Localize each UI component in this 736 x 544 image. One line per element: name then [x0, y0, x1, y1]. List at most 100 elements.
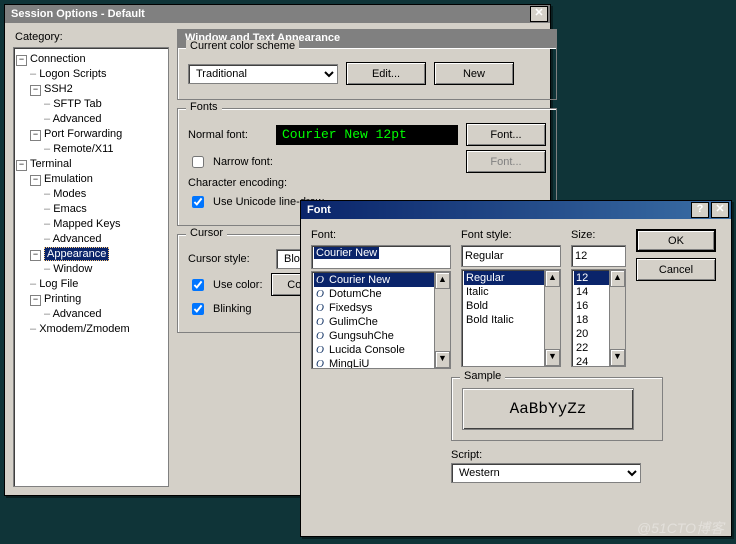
scroll-up-icon: ▲	[610, 270, 625, 287]
tree-node[interactable]: – Logon Scripts	[16, 67, 166, 82]
truetype-icon: O	[316, 287, 326, 301]
tree-node[interactable]: – Window	[16, 262, 166, 277]
list-item[interactable]: OLucida Console	[314, 343, 434, 357]
new-scheme-button[interactable]: New	[434, 62, 514, 85]
tree-node[interactable]: −Connection	[16, 52, 166, 67]
sample-text: AaBbYyZz	[462, 388, 634, 430]
tree-node[interactable]: – Xmodem/Zmodem	[16, 322, 166, 337]
use-color-checkbox[interactable]: Use color:	[188, 276, 263, 294]
tree-node[interactable]: – SFTP Tab	[16, 97, 166, 112]
truetype-icon: O	[316, 329, 326, 343]
font-label: Font:	[311, 229, 451, 241]
scrollbar[interactable]: ▲▼	[609, 270, 625, 366]
font-size-listbox[interactable]: 12141618202224 ▲▼	[571, 269, 626, 367]
scrollbar[interactable]: ▲▼	[434, 272, 450, 368]
tree-toggle-icon[interactable]: −	[30, 130, 41, 141]
tree-node[interactable]: −Printing	[16, 292, 166, 307]
close-icon[interactable]: ✕	[530, 6, 548, 22]
list-item[interactable]: 16	[574, 299, 609, 313]
list-item[interactable]: 18	[574, 313, 609, 327]
color-scheme-group: Current color scheme Traditional Edit...…	[177, 47, 557, 100]
script-label: Script:	[451, 449, 721, 461]
normal-font-button[interactable]: Font...	[466, 123, 546, 146]
blinking-checkbox[interactable]: Blinking	[188, 300, 252, 318]
tree-node[interactable]: −SSH2	[16, 82, 166, 97]
truetype-icon: O	[316, 301, 326, 315]
list-item[interactable]: Bold	[464, 299, 544, 313]
scrollbar[interactable]: ▲▼	[544, 270, 560, 366]
close-icon[interactable]: ✕	[711, 202, 729, 218]
list-item[interactable]: OMingLiU	[314, 357, 434, 369]
tree-toggle-icon[interactable]: −	[30, 250, 41, 261]
tree-node[interactable]: – Remote/X11	[16, 142, 166, 157]
font-style-input[interactable]	[461, 245, 561, 267]
font-dialog-title: Font	[303, 204, 331, 216]
truetype-icon: O	[316, 343, 326, 357]
narrow-font-button: Font...	[466, 150, 546, 173]
font-listbox[interactable]: OCourier NewODotumCheOFixedsysOGulimCheO…	[311, 271, 451, 369]
session-options-title: Session Options - Default	[7, 8, 145, 20]
scroll-down-icon: ▼	[610, 349, 625, 366]
fonts-legend: Fonts	[186, 101, 222, 113]
tree-node[interactable]: −Terminal	[16, 157, 166, 172]
font-size-label: Size:	[571, 229, 626, 241]
list-item[interactable]: 22	[574, 341, 609, 355]
font-size-input[interactable]	[571, 245, 626, 267]
tree-node[interactable]: −Emulation	[16, 172, 166, 187]
narrow-font-checkbox[interactable]: Narrow font:	[188, 153, 273, 171]
truetype-icon: O	[316, 315, 326, 329]
list-item[interactable]: ODotumChe	[314, 287, 434, 301]
tree-node[interactable]: – Advanced	[16, 112, 166, 127]
scroll-down-icon: ▼	[545, 349, 560, 366]
tree-toggle-icon[interactable]: −	[30, 295, 41, 306]
font-dialog-titlebar[interactable]: Font ? ✕	[301, 201, 731, 219]
edit-scheme-button[interactable]: Edit...	[346, 62, 426, 85]
list-item[interactable]: 24	[574, 355, 609, 367]
help-icon[interactable]: ?	[691, 202, 709, 218]
list-item[interactable]: 20	[574, 327, 609, 341]
list-item[interactable]: OGungsuhChe	[314, 329, 434, 343]
tree-node[interactable]: – Advanced	[16, 307, 166, 322]
color-scheme-select[interactable]: Traditional	[188, 64, 338, 84]
tree-node[interactable]: – Advanced	[16, 232, 166, 247]
scroll-up-icon: ▲	[545, 270, 560, 287]
list-item[interactable]: OCourier New	[314, 273, 434, 287]
list-item[interactable]: 14	[574, 285, 609, 299]
color-scheme-legend: Current color scheme	[186, 40, 299, 52]
sample-group: Sample AaBbYyZz	[451, 377, 663, 441]
list-item[interactable]: OGulimChe	[314, 315, 434, 329]
scroll-up-icon: ▲	[435, 272, 450, 289]
normal-font-preview: Courier New 12pt	[276, 125, 458, 145]
tree-toggle-icon[interactable]: −	[16, 55, 27, 66]
tree-node[interactable]: – Emacs	[16, 202, 166, 217]
script-select[interactable]: Western	[451, 463, 641, 483]
list-item[interactable]: 12	[574, 271, 609, 285]
font-style-label: Font style:	[461, 229, 561, 241]
category-tree[interactable]: −Connection– Logon Scripts−SSH2– SFTP Ta…	[13, 47, 169, 487]
list-item[interactable]: Regular	[464, 271, 544, 285]
tree-toggle-icon[interactable]: −	[30, 85, 41, 96]
normal-font-label: Normal font:	[188, 129, 268, 141]
font-style-listbox[interactable]: RegularItalicBoldBold Italic ▲▼	[461, 269, 561, 367]
tree-node[interactable]: – Mapped Keys	[16, 217, 166, 232]
truetype-icon: O	[316, 357, 326, 369]
font-name-input[interactable]: Courier New	[311, 245, 451, 269]
scroll-down-icon: ▼	[435, 351, 450, 368]
ok-button[interactable]: OK	[636, 229, 716, 252]
tree-node[interactable]: −Port Forwarding	[16, 127, 166, 142]
list-item[interactable]: OFixedsys	[314, 301, 434, 315]
font-dialog: Font ? ✕ Font: Courier New OCourier NewO…	[300, 200, 732, 537]
encoding-label: Character encoding:	[188, 177, 287, 189]
tree-toggle-icon[interactable]: −	[16, 160, 27, 171]
category-label: Category:	[13, 29, 169, 47]
list-item[interactable]: Bold Italic	[464, 313, 544, 327]
cursor-style-label: Cursor style:	[188, 253, 268, 265]
cancel-button[interactable]: Cancel	[636, 258, 716, 281]
session-options-titlebar[interactable]: Session Options - Default ✕	[5, 5, 550, 23]
cursor-legend: Cursor	[186, 227, 227, 239]
tree-node[interactable]: – Log File	[16, 277, 166, 292]
list-item[interactable]: Italic	[464, 285, 544, 299]
tree-node[interactable]: – Modes	[16, 187, 166, 202]
tree-toggle-icon[interactable]: −	[30, 175, 41, 186]
tree-node[interactable]: −Appearance	[16, 247, 166, 262]
